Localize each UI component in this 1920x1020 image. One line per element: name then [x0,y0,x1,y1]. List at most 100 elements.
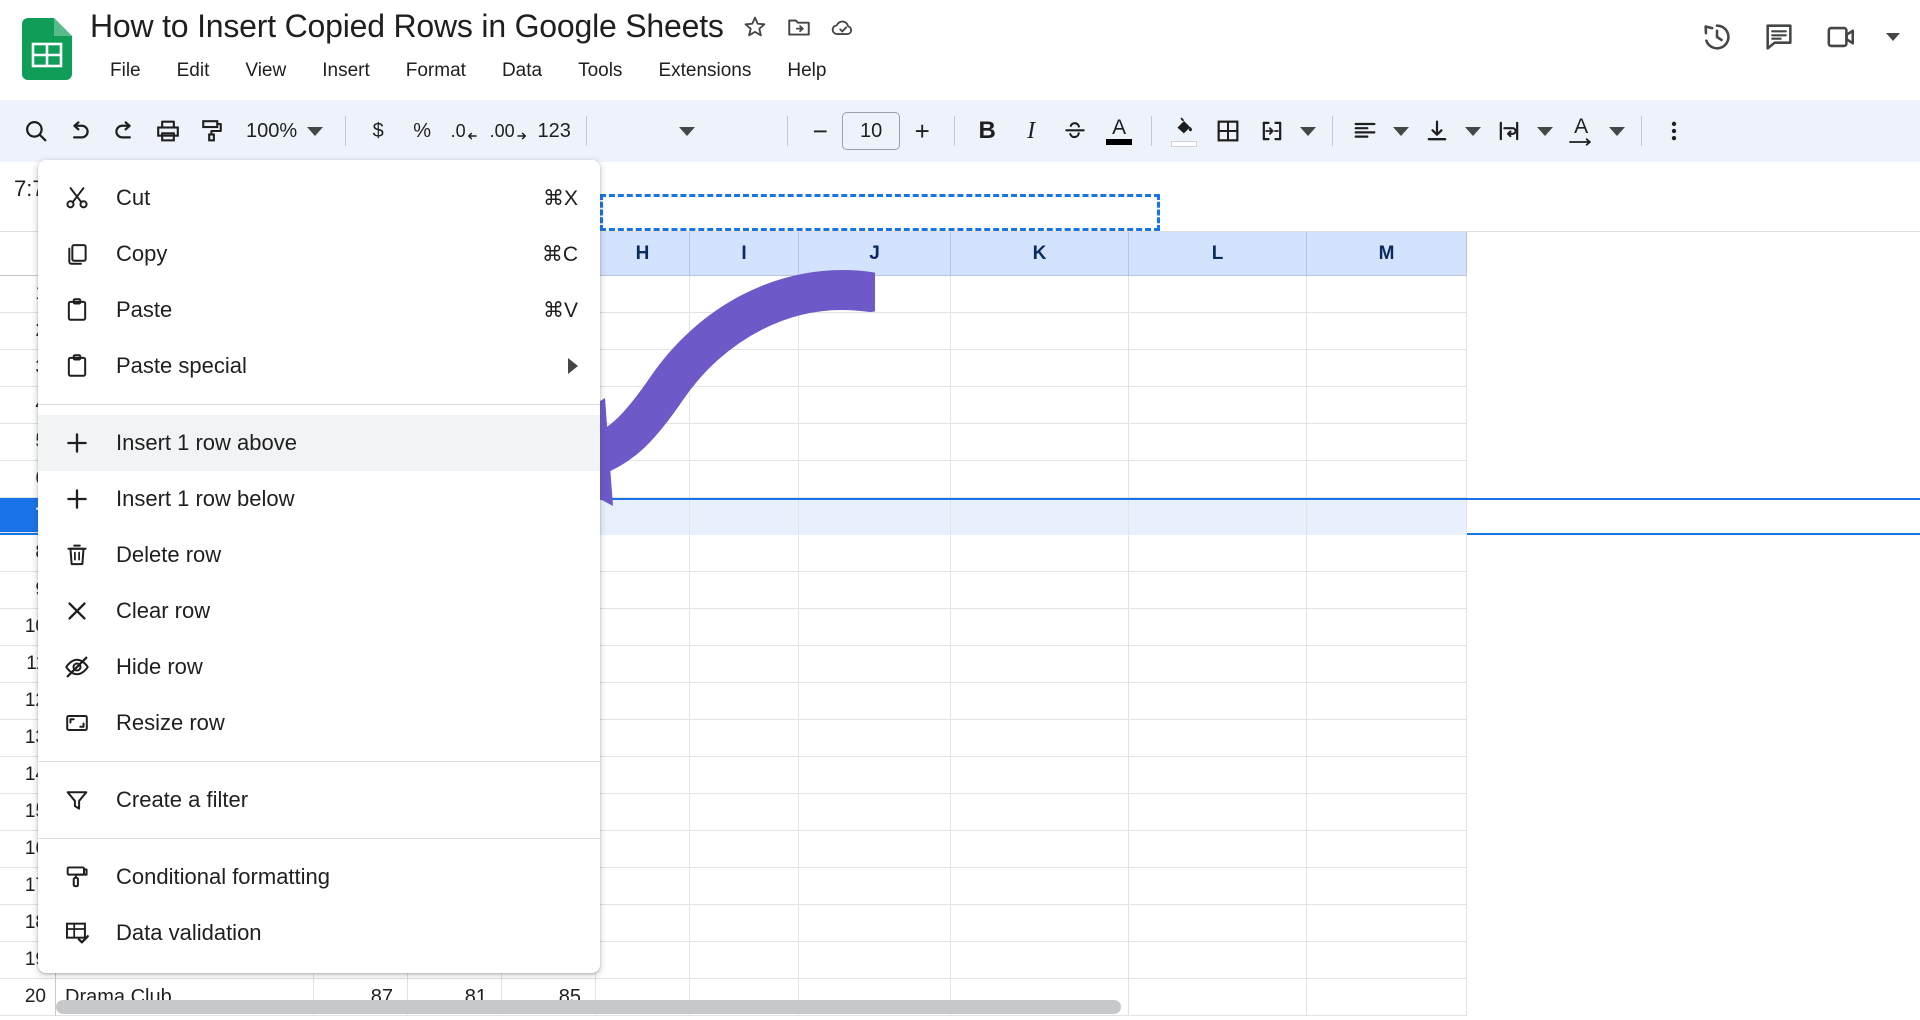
text-wrap-icon[interactable] [1487,109,1531,153]
scrollbar-thumb[interactable] [56,1000,1121,1014]
merge-cells-dropdown[interactable] [1294,109,1322,153]
cell-I13[interactable] [690,720,799,757]
cell-J10[interactable] [799,609,951,646]
menu-item-paste-special[interactable]: Paste special [38,338,600,394]
cell-L10[interactable] [1129,609,1307,646]
cell-J16[interactable] [799,831,951,868]
cell-H16[interactable] [596,831,690,868]
cell-K9[interactable] [951,572,1129,609]
cell-L14[interactable] [1129,757,1307,794]
cell-L13[interactable] [1129,720,1307,757]
column-header-L[interactable]: L [1129,232,1307,276]
search-icon[interactable] [14,109,58,153]
undo-icon[interactable] [58,109,102,153]
cell-I7[interactable] [690,500,799,537]
cell-M14[interactable] [1307,757,1467,794]
menu-item-clear-row[interactable]: Clear row [38,583,600,639]
menu-item-data-validation[interactable]: Data validation [38,905,600,961]
cell-K11[interactable] [951,646,1129,683]
cell-K12[interactable] [951,683,1129,720]
increase-font-size-button[interactable]: + [900,109,944,153]
cell-M18[interactable] [1307,905,1467,942]
menu-insert[interactable]: Insert [304,56,388,86]
cell-M5[interactable] [1307,424,1467,461]
cell-H17[interactable] [596,868,690,905]
cell-I12[interactable] [690,683,799,720]
vertical-align-dropdown[interactable] [1459,109,1487,153]
zoom-selector[interactable]: 100% [234,109,335,153]
cell-M12[interactable] [1307,683,1467,720]
cell-L15[interactable] [1129,794,1307,831]
fill-color-icon[interactable] [1162,109,1206,153]
cell-J4[interactable] [799,387,951,424]
cell-M19[interactable] [1307,942,1467,979]
cell-K10[interactable] [951,609,1129,646]
cell-J3[interactable] [799,350,951,387]
cell-I3[interactable] [690,350,799,387]
cell-M10[interactable] [1307,609,1467,646]
cell-M4[interactable] [1307,387,1467,424]
column-header-H[interactable]: H [596,232,690,276]
cell-J17[interactable] [799,868,951,905]
cell-H5[interactable] [596,424,690,461]
cell-M6[interactable] [1307,461,1467,498]
cell-I6[interactable] [690,461,799,498]
cell-K14[interactable] [951,757,1129,794]
star-icon[interactable] [742,14,768,40]
redo-icon[interactable] [102,109,146,153]
text-wrap-dropdown[interactable] [1531,109,1559,153]
decrease-font-size-button[interactable]: − [798,109,842,153]
cell-L3[interactable] [1129,350,1307,387]
cell-I18[interactable] [690,905,799,942]
cell-I10[interactable] [690,609,799,646]
cell-K1[interactable] [951,276,1129,313]
cell-J2[interactable] [799,313,951,350]
cell-K7[interactable] [951,500,1129,537]
cell-H9[interactable] [596,572,690,609]
comment-icon[interactable] [1762,20,1796,54]
cell-J5[interactable] [799,424,951,461]
cell-L12[interactable] [1129,683,1307,720]
text-rotation-icon[interactable]: A [1559,109,1603,153]
cell-L19[interactable] [1129,942,1307,979]
cell-H8[interactable] [596,535,690,572]
cell-M2[interactable] [1307,313,1467,350]
menu-file[interactable]: File [92,56,159,86]
cell-K8[interactable] [951,535,1129,572]
merge-cells-icon[interactable] [1250,109,1294,153]
cell-J7[interactable] [799,500,951,537]
cloud-saved-icon[interactable] [830,14,856,40]
cell-M15[interactable] [1307,794,1467,831]
print-icon[interactable] [146,109,190,153]
cell-M17[interactable] [1307,868,1467,905]
cell-L1[interactable] [1129,276,1307,313]
menu-tools[interactable]: Tools [560,56,640,86]
cell-H6[interactable] [596,461,690,498]
menu-item-copy[interactable]: Copy ⌘C [38,226,600,282]
chevron-down-icon[interactable] [1886,33,1900,41]
cell-M16[interactable] [1307,831,1467,868]
cell-H18[interactable] [596,905,690,942]
cell-L2[interactable] [1129,313,1307,350]
cell-J12[interactable] [799,683,951,720]
cell-K3[interactable] [951,350,1129,387]
increase-decimal-button[interactable]: .00 [488,109,532,153]
menu-item-hide-row[interactable]: Hide row [38,639,600,695]
cell-I14[interactable] [690,757,799,794]
menu-data[interactable]: Data [484,56,560,86]
cell-I17[interactable] [690,868,799,905]
cell-K15[interactable] [951,794,1129,831]
meet-camera-icon[interactable] [1824,20,1858,54]
italic-button[interactable]: I [1009,109,1053,153]
cell-H13[interactable] [596,720,690,757]
cell-J19[interactable] [799,942,951,979]
cell-M8[interactable] [1307,535,1467,572]
menu-edit[interactable]: Edit [159,56,228,86]
cell-K19[interactable] [951,942,1129,979]
align-dropdown[interactable] [1387,109,1415,153]
currency-format-button[interactable]: $ [356,109,400,153]
horizontal-scrollbar[interactable] [56,1000,1906,1014]
cell-H15[interactable] [596,794,690,831]
cell-L9[interactable] [1129,572,1307,609]
cell-L6[interactable] [1129,461,1307,498]
